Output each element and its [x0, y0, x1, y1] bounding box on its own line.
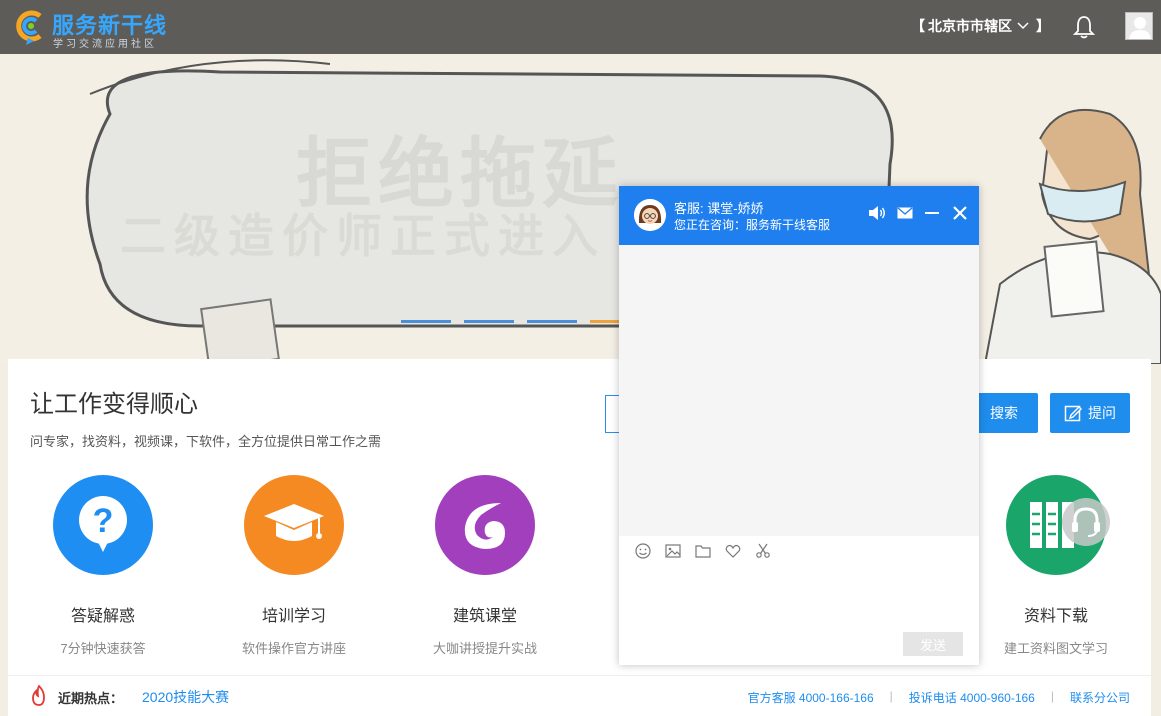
bell-icon[interactable]: [1073, 15, 1095, 39]
hot-topic-link[interactable]: 2020技能大赛: [142, 687, 229, 707]
contact-links: 官方客服 4000-166-166 | 投诉电话 4000-960-166 | …: [748, 689, 1130, 706]
chat-message-area[interactable]: [619, 245, 979, 536]
send-button[interactable]: 发送: [903, 632, 963, 656]
hero-banner[interactable]: 拒绝拖延 二级造价师正式进入: [0, 54, 1161, 364]
feature-desc: 大咖讲授提升实战: [432, 641, 537, 656]
ask-question-button[interactable]: 提问: [1050, 393, 1130, 433]
headset-icon: [1072, 507, 1100, 537]
chat-header[interactable]: 客服: 课堂-娇娇 您正在咨询：服务新干线客服: [619, 186, 979, 245]
customer-service-float-button[interactable]: [1062, 498, 1110, 546]
chat-toolbar: [635, 543, 771, 559]
carousel-dot[interactable]: [464, 320, 514, 323]
logo-mark-icon: [16, 10, 42, 45]
chevron-down-icon: [1017, 22, 1029, 30]
image-icon[interactable]: [665, 543, 681, 559]
feature-name: 培训学习: [261, 608, 326, 625]
complaint-phone-link[interactable]: 投诉电话 4000-960-166: [909, 689, 1035, 706]
banner-subtitle: 二级造价师正式进入: [120, 210, 606, 262]
city-selector[interactable]: 【 北京市市辖区 】: [911, 16, 1050, 36]
question-icon: ?: [53, 475, 153, 575]
carousel-dot[interactable]: [401, 320, 451, 323]
page-subline: 问专家，找资料，视频课，下软件，全方位提供日常工作之需: [30, 434, 382, 449]
separator: |: [889, 689, 893, 703]
feature-classroom[interactable]: 建筑课堂 大咖讲授提升实战: [400, 475, 570, 657]
graduation-cap-icon: [244, 475, 344, 575]
carousel-indicators: [401, 320, 640, 323]
user-avatar-icon[interactable]: [1125, 12, 1153, 40]
feature-name: 答疑解惑: [70, 608, 135, 625]
folder-icon[interactable]: [695, 543, 711, 559]
svg-text:?: ?: [93, 502, 114, 540]
heart-icon[interactable]: [725, 543, 741, 559]
separator: |: [1050, 689, 1054, 703]
feature-training[interactable]: 培训学习 软件操作官方讲座: [209, 475, 379, 657]
site-logo[interactable]: 服务新干线 学习交流应用社区: [14, 6, 194, 50]
feature-panel: 让工作变得顺心 问专家，找资料，视频课，下软件，全方位提供日常工作之需 搜索 提…: [8, 359, 1151, 675]
city-bracket-open: 【: [911, 18, 925, 34]
feature-qa[interactable]: ? 答疑解惑 7分钟快速获答: [18, 475, 188, 657]
chat-window: 客服: 课堂-娇娇 您正在咨询：服务新干线客服 发送: [619, 186, 979, 665]
page-headline: 让工作变得顺心: [30, 391, 198, 418]
feature-desc: 软件操作官方讲座: [241, 641, 346, 656]
emoji-icon[interactable]: [635, 543, 651, 559]
scissors-icon[interactable]: [755, 543, 771, 559]
edit-icon: [1064, 405, 1082, 422]
feature-downloads[interactable]: 资料下载 建工资料图文学习: [971, 475, 1141, 657]
contact-branch-link[interactable]: 联系分公司: [1070, 689, 1130, 706]
swirl-icon: [435, 475, 535, 575]
mail-icon[interactable]: [895, 203, 915, 223]
feature-desc: 7分钟快速获答: [60, 641, 146, 656]
ask-button-label: 提问: [1088, 405, 1116, 421]
feature-name: 建筑课堂: [452, 608, 517, 625]
chat-consulting-text: 您正在咨询：服务新干线客服: [674, 218, 831, 232]
close-icon[interactable]: [950, 203, 970, 223]
hot-topics-label: 近期热点：: [58, 691, 124, 706]
agent-avatar: [634, 199, 666, 231]
official-service-link[interactable]: 官方客服 4000-166-166: [748, 689, 874, 706]
chat-agent-name: 客服: 课堂-娇娇: [674, 201, 764, 216]
top-bar: 服务新干线 学习交流应用社区 【 北京市市辖区 】: [0, 0, 1161, 54]
feature-desc: 建工资料图文学习: [1003, 641, 1108, 656]
city-bracket-close: 】: [1036, 18, 1050, 34]
flame-icon: [32, 685, 45, 706]
city-name: 北京市市辖区: [928, 18, 1012, 34]
minimize-icon[interactable]: [922, 203, 942, 223]
carousel-dot[interactable]: [527, 320, 577, 323]
hot-topics-bar: 近期热点： 2020技能大赛 官方客服 4000-166-166 | 投诉电话 …: [8, 675, 1151, 716]
feature-name: 资料下载: [1023, 608, 1088, 625]
speaker-icon[interactable]: [867, 203, 887, 223]
chat-message-input[interactable]: [619, 564, 979, 630]
logo-subtitle: 学习交流应用社区: [53, 39, 157, 50]
